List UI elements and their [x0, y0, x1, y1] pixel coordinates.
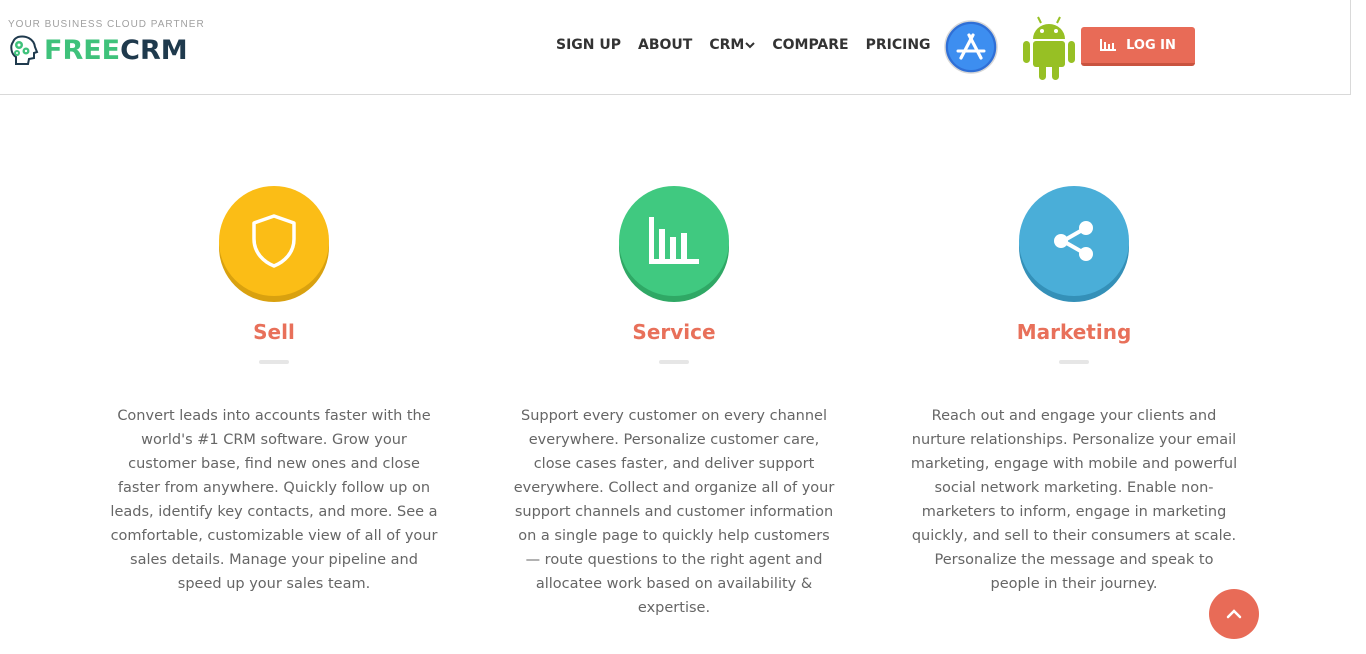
feature-service: Service Support every customer on every …: [494, 186, 854, 620]
main-nav: SIGN UP ABOUT CRM COMPARE PRICING: [556, 37, 948, 53]
tagline: YOUR BUSINESS CLOUD PARTNER: [8, 19, 205, 30]
feature-description: Reach out and engage your clients and nu…: [910, 408, 1238, 592]
feature-description: Support every customer on every channel …: [513, 408, 835, 616]
nav-label: COMPARE: [772, 37, 849, 53]
logo-text-free: FREE: [44, 34, 121, 66]
feature-title: Sell: [253, 320, 295, 344]
divider: [1059, 360, 1089, 364]
nav-compare[interactable]: COMPARE: [772, 37, 848, 53]
logo-text-crm: CRM: [120, 34, 188, 66]
chevron-up-icon: [1226, 609, 1242, 619]
feature-icon-circle: [1019, 186, 1129, 296]
site-header: YOUR BUSINESS CLOUD PARTNER FREECRM SIGN…: [0, 0, 1351, 95]
nav-label: SIGN UP: [556, 37, 622, 53]
feature-title: Marketing: [1016, 320, 1132, 344]
logo-text: FREECRM: [44, 35, 188, 66]
divider: [259, 360, 289, 364]
feature-icon-circle: [619, 186, 729, 296]
nav-crm-dropdown[interactable]: CRM: [709, 37, 756, 53]
scroll-to-top-button[interactable]: [1209, 589, 1259, 639]
app-store-icon[interactable]: [944, 20, 998, 74]
bar-chart-icon: [1100, 39, 1117, 51]
divider: [659, 360, 689, 364]
feature-description: Convert leads into accounts faster with …: [110, 408, 438, 592]
nav-about[interactable]: ABOUT: [638, 37, 692, 53]
share-icon: [1054, 221, 1093, 261]
login-button[interactable]: LOG IN: [1081, 27, 1195, 66]
android-icon[interactable]: [1021, 15, 1077, 81]
nav-sign-up[interactable]: SIGN UP: [556, 37, 621, 53]
feature-marketing: Marketing Reach out and engage your clie…: [894, 186, 1254, 596]
chevron-down-icon: [745, 42, 756, 49]
nav-label: PRICING: [865, 37, 931, 53]
nav-pricing[interactable]: PRICING: [866, 37, 931, 53]
head-gears-icon: [10, 35, 39, 65]
feature-icon-circle: [219, 186, 329, 296]
shield-icon: [252, 214, 296, 268]
feature-title: Service: [632, 320, 716, 344]
logo[interactable]: FREECRM: [6, 33, 188, 67]
nav-label: ABOUT: [638, 37, 693, 53]
bar-chart-icon: [649, 217, 699, 264]
nav-label: CRM: [709, 37, 745, 53]
feature-sell: Sell Convert leads into accounts faster …: [94, 186, 454, 596]
login-label: LOG IN: [1126, 37, 1176, 53]
